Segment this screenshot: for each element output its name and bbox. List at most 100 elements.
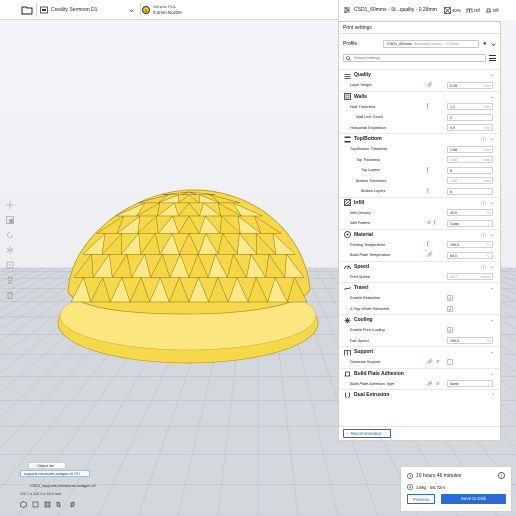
reset-icon[interactable]: ↺ (436, 359, 440, 365)
view-left-icon[interactable] (56, 501, 63, 508)
chevron-right-icon: › (492, 392, 494, 398)
enable-retraction-checkbox[interactable]: ✓ (447, 295, 453, 302)
setting-wall-line-count: Wall Line Count 3 (339, 112, 500, 123)
setting-generate-support: Generate Support 🔗 ↺ (339, 357, 500, 368)
fan-speed-field[interactable]: 100.0% (447, 337, 493, 345)
object-list-toggle[interactable]: Object list (28, 462, 66, 469)
scale-tool-icon[interactable] (6, 216, 14, 224)
top-thickness-field[interactable]: 1.68 mm (447, 156, 493, 164)
material-selector[interactable]: 1 Generic PLA 0.4mm Nozzle (142, 2, 332, 18)
object-list-item[interactable]: supports-miniatures-octagon-v5.STL (20, 470, 90, 477)
settings-menu-icon[interactable] (489, 55, 496, 61)
adhesion-icon (485, 8, 491, 12)
view-front-icon[interactable] (32, 501, 39, 508)
setting-printing-temperature: Printing Temperature f 195.0 °C (339, 240, 500, 251)
print-speed-field[interactable]: 60.0 mm/s (447, 273, 493, 281)
left-toolbar (4, 198, 16, 314)
panel-title: Print settings (339, 22, 500, 34)
setting-enable-retraction: Enable Retraction ✓ (350, 295, 453, 302)
info-icon[interactable]: i (498, 472, 505, 479)
move-tool-icon[interactable] (6, 201, 14, 209)
reset-icon[interactable]: ↺ (436, 381, 440, 387)
per-model-settings-icon[interactable] (6, 261, 14, 269)
object-name: CSD1_supports-miniatures-octagon-v5 (30, 484, 96, 488)
setting-top-layers: Top Layers f 6 (339, 165, 500, 176)
infill-pattern-dropdown[interactable]: Cubic ⌄ (447, 219, 493, 227)
printer-name: Creality Sermoon D1 (51, 7, 98, 13)
printer-selector[interactable]: Creality Sermoon D1 (38, 2, 138, 18)
setting-layer-height: Layer Height 🔗 0.28 mm (339, 80, 500, 91)
travel-icon (344, 286, 351, 290)
profile-dropdown[interactable]: CSD1_60mms Standard Quality - 0.28mm (383, 40, 479, 48)
info-icon: ⓘ (480, 264, 486, 271)
support-icon (466, 8, 473, 13)
star-icon[interactable]: ★ (483, 41, 487, 47)
category-walls[interactable]: Walls ⌄ (339, 90, 500, 102)
object-list: Object list supports-miniatures-octagon-… (20, 462, 140, 514)
category-support[interactable]: Support ⌄ (339, 346, 500, 357)
preview-button[interactable]: Preview (407, 494, 435, 504)
infill-icon (443, 6, 451, 14)
wall-thickness-field[interactable]: 1.2 mm (447, 103, 493, 111)
printing-temperature-field[interactable]: 195.0 °C (447, 241, 493, 249)
delete-icon[interactable] (6, 291, 14, 299)
infill-density-field[interactable]: 40.0% (447, 209, 493, 217)
support-icon (344, 349, 351, 355)
search-row (343, 54, 496, 62)
rotate-tool-icon[interactable] (6, 231, 14, 239)
generate-support-checkbox[interactable] (447, 359, 453, 366)
material-usage: 149g · 56.72m (407, 484, 445, 490)
search-input[interactable] (354, 55, 454, 61)
panel-footer: ‹ Recommended (339, 426, 500, 440)
category-top-bottom[interactable]: Top/Bottom ⓘ ⌄ (339, 133, 500, 144)
save-to-disk-button[interactable]: Save to Disk (441, 494, 506, 504)
function-icon: f (427, 104, 429, 110)
setting-print-speed: Print Speed 60.0 mm/s (339, 272, 500, 283)
reset-icon[interactable]: ↺ (427, 220, 431, 226)
view-right-icon[interactable] (68, 501, 75, 508)
view-top-icon[interactable] (44, 501, 51, 508)
setting-wall-thickness: Wall Thickness f 1.2 mm (339, 102, 500, 113)
chevron-down-icon[interactable] (491, 42, 496, 47)
dual-extrusion-icon (345, 392, 350, 398)
support-blocker-icon[interactable] (6, 276, 14, 284)
open-file-icon[interactable] (20, 3, 34, 17)
enable-cooling-checkbox[interactable]: ✓ (447, 327, 453, 334)
setting-infill-pattern: Infill Pattern ↺ f Cubic ⌄ (339, 218, 500, 229)
function-icon: f (427, 167, 429, 173)
category-build-plate-adhesion[interactable]: Build Plate Adhesion ⌄ (339, 367, 500, 379)
build-plate-temperature-field[interactable]: 60.0 °C (447, 251, 493, 259)
search-icon (346, 55, 351, 61)
function-icon: f (427, 188, 429, 194)
infill-percent: 40% (451, 7, 461, 13)
horizontal-expansion-field[interactable]: 0.0 mm (447, 124, 493, 132)
layer-height-field[interactable]: 0.28 mm (447, 81, 493, 89)
bottom-layers-field[interactable]: 6 (447, 187, 493, 195)
cooling-icon (344, 317, 351, 323)
settings-list: Quality ⌄ Layer Height 🔗 0.28 mm Walls ⌄ … (339, 69, 500, 429)
category-travel[interactable]: Travel ⌄ (339, 282, 500, 293)
category-speed[interactable]: Speed ⓘ ⌄ (339, 260, 500, 272)
bottom-thickness-field[interactable]: 1.68 mm (447, 177, 493, 185)
print-settings-selector[interactable]: CSD1_60mms - St...quality - 0.28mm 40% O… (338, 0, 516, 20)
category-quality[interactable]: Quality ⌄ (339, 69, 500, 80)
adhesion-type-dropdown[interactable]: None ⌄ (447, 380, 493, 388)
profile-name: CSD1_60mms - St...quality - 0.28mm (354, 7, 437, 13)
wall-line-count-field[interactable]: 3 (447, 113, 493, 121)
top-layers-field[interactable]: 6 (447, 166, 493, 174)
search-box[interactable] (343, 54, 486, 62)
extruder-badge: 1 (142, 6, 150, 14)
category-cooling[interactable]: Cooling ⌄ (339, 314, 500, 325)
mirror-tool-icon[interactable] (6, 246, 14, 254)
z-hop-checkbox[interactable]: ✓ (447, 305, 453, 312)
category-infill[interactable]: Infill ⓘ ⌄ (339, 196, 500, 208)
recommended-button[interactable]: ‹ Recommended (343, 429, 391, 438)
setting-horizontal-expansion: Horizontal Expansion 0.0 mm (339, 123, 500, 134)
category-material[interactable]: Material ⓘ ⌄ (339, 228, 500, 240)
print-settings-panel: Print settings Profile CSD1_60mms Standa… (338, 21, 501, 441)
category-dual-extrusion[interactable]: Dual Extrusion › (339, 389, 500, 400)
chevron-down-icon (129, 8, 134, 12)
top-bottom-thickness-field[interactable]: 1.68 mm (447, 145, 493, 153)
view-3d-icon[interactable] (20, 501, 27, 508)
function-icon: f (433, 220, 436, 226)
